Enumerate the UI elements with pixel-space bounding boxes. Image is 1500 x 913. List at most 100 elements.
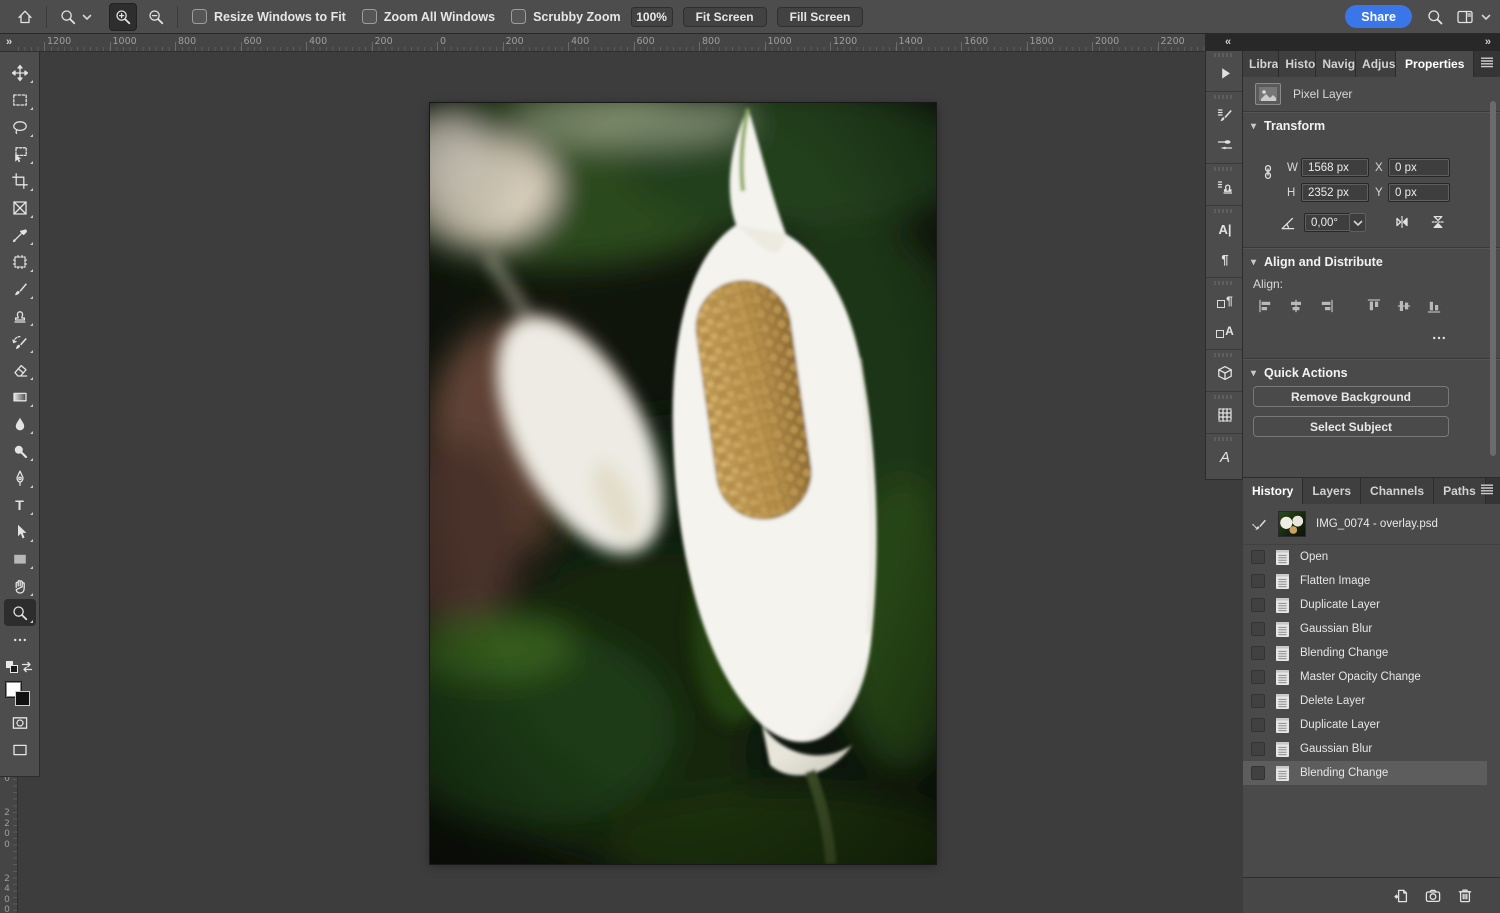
align-bottom-edges-icon[interactable] [1423, 297, 1445, 315]
path-selection-tool[interactable] [4, 518, 36, 545]
history-source-checkbox[interactable] [1251, 694, 1265, 708]
width-field[interactable] [1301, 158, 1369, 177]
threed-panel-icon[interactable] [1206, 358, 1244, 388]
brush-tool[interactable] [4, 275, 36, 302]
flip-vertical-icon[interactable] [1429, 213, 1447, 231]
history-state-row[interactable]: Flatten Image [1243, 569, 1487, 593]
clone-source-panel-icon[interactable] [1206, 172, 1244, 202]
history-source-checkbox[interactable] [1251, 574, 1265, 588]
tab-navig[interactable]: Navig [1316, 51, 1356, 77]
horizontal-ruler[interactable]: 1200100080060040020002004006008001000120… [18, 34, 1205, 52]
crop-tool[interactable] [4, 167, 36, 194]
history-state-row[interactable]: Duplicate Layer [1243, 593, 1487, 617]
collapse-panels-icon[interactable]: « [1225, 36, 1230, 48]
history-state-row[interactable]: Delete Layer [1243, 689, 1487, 713]
panel-drag-handle[interactable] [1214, 353, 1234, 357]
rotation-field[interactable] [1304, 213, 1354, 232]
history-source-checkbox[interactable] [1251, 766, 1265, 780]
search-icon[interactable] [1422, 4, 1448, 30]
align-vertical-centers-icon[interactable] [1393, 297, 1415, 315]
zoom-tool-icon[interactable] [55, 4, 81, 30]
clone-stamp-tool[interactable] [4, 302, 36, 329]
workspace-icon[interactable] [1452, 4, 1478, 30]
healing-brush-tool[interactable] [4, 248, 36, 275]
move-tool[interactable] [4, 59, 36, 86]
document-canvas[interactable] [430, 103, 936, 864]
remove-background-button[interactable]: Remove Background [1253, 386, 1449, 407]
object-selection-tool[interactable] [4, 140, 36, 167]
default-colors-button[interactable] [5, 660, 19, 674]
history-source-checkbox[interactable] [1251, 550, 1265, 564]
link-dimensions-icon[interactable] [1259, 163, 1277, 181]
align-right-edges-icon[interactable] [1315, 297, 1337, 315]
history-source-checkbox[interactable] [1251, 598, 1265, 612]
expand-panels-icon[interactable]: » [1485, 36, 1490, 48]
scrollbar-thumb[interactable] [1490, 101, 1496, 456]
type-tool[interactable]: T [4, 491, 36, 518]
panel-menu-icon[interactable] [1480, 484, 1494, 495]
checkbox-box[interactable] [511, 9, 526, 24]
share-button[interactable]: Share [1345, 5, 1412, 28]
history-state-row[interactable]: Gaussian Blur [1243, 617, 1487, 641]
edit-toolbar-button[interactable] [4, 626, 36, 653]
new-snapshot-camera-icon[interactable] [1424, 887, 1442, 905]
history-source-checkbox[interactable] [1251, 646, 1265, 660]
tab-layers[interactable]: Layers [1303, 478, 1361, 504]
rectangle-tool[interactable] [4, 545, 36, 572]
glyphs-panel-icon[interactable]: A [1206, 442, 1244, 472]
panel-drag-handle[interactable] [1214, 209, 1234, 213]
history-state-row[interactable]: Master Opacity Change [1243, 665, 1487, 689]
chevron-down-icon[interactable] [81, 11, 93, 23]
history-state-row[interactable]: Blending Change [1243, 641, 1487, 665]
history-state-row[interactable]: Duplicate Layer [1243, 713, 1487, 737]
y-field[interactable] [1388, 183, 1450, 202]
tab-channels[interactable]: Channels [1361, 478, 1434, 504]
history-source-checkbox[interactable] [1251, 670, 1265, 684]
panel-drag-handle[interactable] [1214, 395, 1234, 399]
zoom-tool[interactable] [4, 599, 36, 626]
align-more-icon[interactable] [1430, 329, 1448, 347]
history-source-checkbox[interactable] [1251, 622, 1265, 636]
history-brush-source-icon[interactable] [1251, 516, 1268, 533]
paragraph-panel-icon[interactable]: ¶ [1206, 244, 1244, 274]
tab-history[interactable]: History [1243, 478, 1303, 504]
checkbox-zoom-all-windows[interactable]: Zoom All Windows [362, 9, 495, 24]
character-styles-panel-icon[interactable]: A [1206, 316, 1244, 346]
history-state-row[interactable]: Gaussian Blur [1243, 737, 1487, 761]
eyedropper-tool[interactable] [4, 221, 36, 248]
history-source-checkbox[interactable] [1251, 742, 1265, 756]
align-top-edges-icon[interactable] [1363, 297, 1385, 315]
panel-menu-icon[interactable] [1480, 57, 1494, 68]
blur-tool[interactable] [4, 410, 36, 437]
quick-mask-button[interactable] [4, 709, 36, 736]
history-state-row[interactable]: Open [1243, 545, 1487, 569]
dodge-tool[interactable] [4, 437, 36, 464]
zoom-out-button[interactable] [143, 4, 169, 30]
rotation-dropdown[interactable] [1349, 213, 1366, 232]
swap-colors-button[interactable] [20, 660, 34, 674]
history-source-checkbox[interactable] [1251, 718, 1265, 732]
checkbox-box[interactable] [362, 9, 377, 24]
checkbox-box[interactable] [192, 9, 207, 24]
checkbox-scrubby-zoom[interactable]: Scrubby Zoom [511, 9, 621, 24]
tab-adjus[interactable]: Adjus [1356, 51, 1396, 77]
paragraph-styles-panel-icon[interactable]: ¶ [1206, 286, 1244, 316]
panel-drag-handle[interactable] [1214, 437, 1234, 441]
panel-drag-handle[interactable] [1214, 95, 1234, 99]
chevron-down-icon[interactable] [1480, 11, 1492, 23]
tab-histo[interactable]: Histo [1279, 51, 1316, 77]
brush-settings-panel-icon[interactable] [1206, 100, 1244, 130]
zoom-in-button[interactable] [109, 3, 137, 31]
align-section-header[interactable]: ▾ Align and Distribute [1243, 249, 1500, 275]
screen-mode-button[interactable] [4, 736, 36, 763]
fit-screen-button[interactable]: Fit Screen [683, 7, 767, 27]
transform-section-header[interactable]: ▾ Transform [1243, 113, 1500, 139]
tab-paths[interactable]: Paths [1434, 478, 1486, 504]
frame-tool[interactable] [4, 194, 36, 221]
panel-drag-handle[interactable] [1214, 167, 1234, 171]
lasso-tool[interactable] [4, 113, 36, 140]
gradient-tool[interactable] [4, 383, 36, 410]
x-field[interactable] [1388, 158, 1450, 177]
delete-state-trash-icon[interactable] [1456, 887, 1474, 905]
patterns-panel-icon[interactable] [1206, 400, 1244, 430]
